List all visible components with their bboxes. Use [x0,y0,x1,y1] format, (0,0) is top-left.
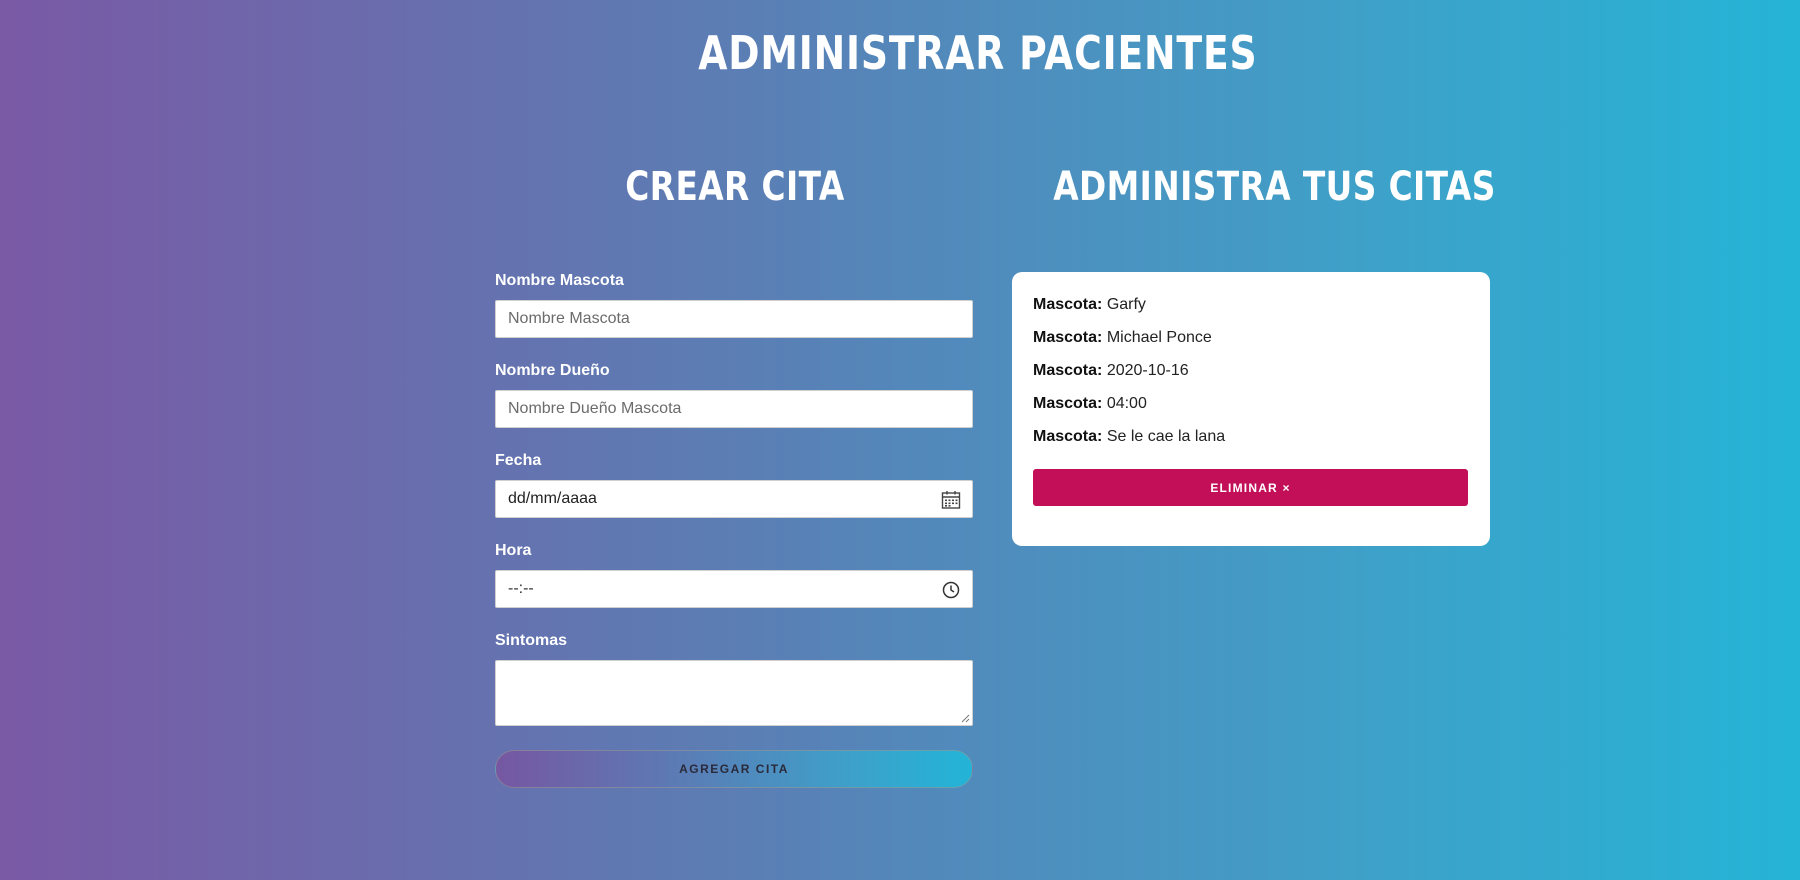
pet-name-label: Nombre Mascota [495,272,624,289]
appointment-row: Mascota: Garfy [1033,294,1469,327]
symptoms-label: Sintomas [495,632,568,649]
add-appointment-button[interactable]: AGREGAR CITA [495,750,973,788]
time-input-value: --:-- [508,580,534,597]
row-label: Mascota: [1033,296,1103,313]
create-appointment-form: Nombre Mascota Nombre Dueño Fecha dd/mm/… [495,272,973,788]
date-label: Fecha [495,452,542,469]
row-value: 04:00 [1106,395,1147,412]
owner-name-field: Nombre Dueño [495,362,973,428]
row-label: Mascota: [1033,329,1103,346]
manage-appointments-title: ADMINISTRA TUS CITAS [1053,164,1496,210]
row-value: Se le cae la lana [1106,428,1226,445]
appointment-card: Mascota: Garfy Mascota: Michael Ponce Ma… [1012,272,1490,546]
resize-grip-icon[interactable] [961,714,970,723]
owner-name-input[interactable] [508,400,960,418]
clock-icon[interactable] [941,580,961,600]
calendar-icon[interactable] [941,490,961,510]
time-label: Hora [495,542,532,559]
row-label: Mascota: [1033,428,1103,445]
date-input[interactable]: dd/mm/aaaa [495,480,973,518]
create-appointment-title: CREAR CITA [625,164,845,210]
time-field: Hora --:-- [495,542,973,608]
symptoms-field: Sintomas [495,632,973,726]
appointment-row: Mascota: 04:00 [1033,393,1469,426]
row-value: 2020-10-16 [1106,362,1189,379]
appointment-row: Mascota: Se le cae la lana [1033,426,1469,459]
owner-name-label: Nombre Dueño [495,362,610,379]
delete-appointment-button[interactable]: ELIMINAR × [1033,469,1468,506]
row-value: Michael Ponce [1106,329,1212,346]
pet-name-field: Nombre Mascota [495,272,973,338]
pet-name-input[interactable] [508,310,960,328]
appointment-row: Mascota: Michael Ponce [1033,327,1469,360]
appointment-row: Mascota: 2020-10-16 [1033,360,1469,393]
time-input[interactable]: --:-- [495,570,973,608]
page-title: ADMINISTRAR PACIENTES [698,26,1258,80]
row-value: Garfy [1106,296,1146,313]
pet-name-input-box[interactable] [495,300,973,338]
symptoms-textarea[interactable] [495,660,973,726]
date-field: Fecha dd/mm/aaaa [495,452,973,518]
row-label: Mascota: [1033,395,1103,412]
owner-name-input-box[interactable] [495,390,973,428]
row-label: Mascota: [1033,362,1103,379]
date-input-value: dd/mm/aaaa [508,490,597,507]
